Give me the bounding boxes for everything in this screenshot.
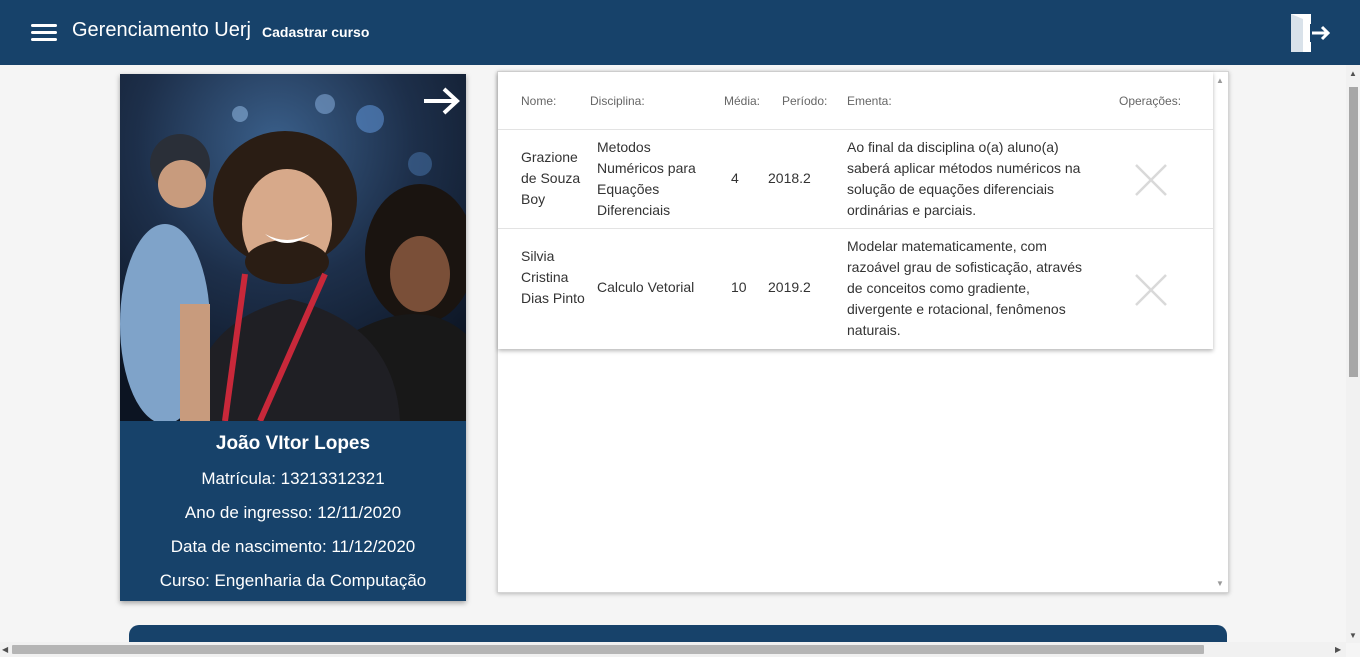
logout-door-icon[interactable]: [1286, 11, 1334, 55]
scroll-left-icon[interactable]: ◀: [2, 645, 8, 654]
arrow-right-icon[interactable]: [420, 79, 464, 123]
cell-ementa: Ao final da disciplina o(a) aluno(a) sab…: [847, 139, 1081, 218]
register-course-link[interactable]: Cadastrar curso: [262, 24, 369, 40]
cell-disciplina: Calculo Vetorial: [597, 279, 695, 295]
courses-panel: Nome: Disciplina: Média: Período: Ementa…: [497, 71, 1229, 593]
table-scrollbar[interactable]: ▲ ▼: [1213, 73, 1227, 591]
cell-media: 4: [731, 170, 739, 186]
cell-periodo: 2018.2: [768, 170, 811, 186]
horizontal-scroll-thumb[interactable]: [12, 645, 1204, 654]
cell-media: 10: [731, 279, 747, 295]
courses-table: Nome: Disciplina: Média: Período: Ementa…: [498, 72, 1213, 349]
close-x-icon[interactable]: [1133, 272, 1169, 308]
student-registration: Matrícula: 13213312321: [201, 469, 385, 488]
vertical-scroll-thumb[interactable]: [1349, 87, 1358, 377]
student-course: Curso: Engenharia da Computação: [159, 571, 427, 590]
cell-ementa: Modelar matematicamente, com razoável gr…: [847, 238, 1083, 338]
cell-periodo: 2019.2: [768, 279, 811, 295]
page-horizontal-scrollbar[interactable]: ◀ ▶: [0, 642, 1346, 657]
app-title: Gerenciamento Uerj: [72, 19, 251, 41]
scroll-up-icon[interactable]: ▲: [1216, 76, 1224, 85]
cell-disciplina: Metodos Numéricos para Equações Diferenc…: [597, 139, 696, 218]
header-operacoes: Operações:: [1119, 94, 1182, 108]
page-vertical-scrollbar[interactable]: ▲ ▼: [1346, 65, 1360, 643]
student-photo: [120, 74, 466, 421]
student-birth-date: Data de nascimento: 11/12/2020: [170, 537, 416, 556]
header-ementa: Ementa:: [847, 94, 892, 108]
top-app-bar: Gerenciamento Uerj Cadastrar curso: [0, 0, 1360, 65]
scroll-up-icon[interactable]: ▲: [1349, 69, 1357, 78]
student-admission-date: Ano de ingresso: 12/11/2020: [184, 503, 402, 522]
cell-nome: Grazione de Souza Boy: [521, 149, 581, 207]
close-x-icon[interactable]: [1133, 162, 1169, 198]
student-name: João VItor Lopes: [215, 433, 371, 454]
scroll-down-icon[interactable]: ▼: [1349, 631, 1357, 640]
header-media: Média:: [724, 94, 761, 108]
table-row: Silvia Cristina Dias Pinto Calculo Vetor…: [498, 228, 1213, 349]
header-periodo: Período:: [782, 94, 828, 108]
table-row: Grazione de Souza Boy Metodos Numéricos …: [498, 129, 1213, 228]
scroll-right-icon[interactable]: ▶: [1335, 645, 1341, 654]
scroll-down-icon[interactable]: ▼: [1216, 579, 1224, 588]
cell-nome: Silvia Cristina Dias Pinto: [521, 248, 585, 306]
student-profile-card: João VItor Lopes Matrícula: 13213312321 …: [120, 74, 466, 601]
hamburger-menu-icon[interactable]: [29, 21, 59, 45]
header-disciplina: Disciplina:: [590, 94, 645, 108]
header-nome: Nome:: [521, 94, 557, 108]
